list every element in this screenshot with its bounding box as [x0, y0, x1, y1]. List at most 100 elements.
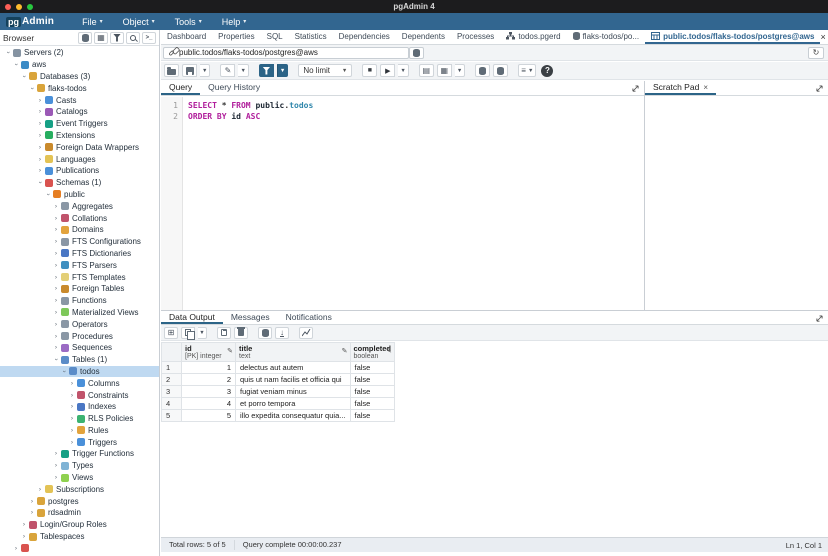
copy-options-dropdown[interactable]: ▼ — [198, 327, 207, 339]
close-tab-button[interactable]: × — [820, 32, 825, 42]
expand-icon[interactable]: › — [52, 250, 60, 257]
tree-node-login-group-roles[interactable]: ›Login/Group Roles — [0, 519, 159, 531]
expand-icon[interactable]: › — [52, 262, 60, 269]
tab-notifications[interactable]: Notifications — [278, 311, 340, 324]
tree-node-catalogs[interactable]: ›Catalogs — [0, 106, 159, 118]
expand-scratch-pad-button[interactable] — [816, 79, 823, 97]
delete-row-button[interactable] — [234, 327, 248, 339]
edit-column-icon[interactable]: ✎ — [227, 347, 233, 355]
reload-button[interactable]: ↻ — [808, 47, 824, 59]
edit-button[interactable]: ✎ — [220, 64, 235, 77]
tab-dashboard[interactable]: Dashboard — [161, 30, 212, 44]
expand-icon[interactable]: › — [28, 498, 36, 505]
column-header-completed[interactable]: completed boolean ✎ — [350, 343, 395, 362]
tree-node-collations[interactable]: ›Collations — [0, 212, 159, 224]
save-file-button[interactable] — [182, 64, 197, 77]
collapse-icon[interactable]: › — [21, 72, 28, 80]
expand-icon[interactable]: › — [36, 108, 44, 115]
tab-todos-pgerd[interactable]: todos.pgerd — [500, 30, 566, 44]
cell-title[interactable]: fugiat veniam minus — [236, 386, 351, 398]
collapse-icon[interactable]: › — [45, 190, 52, 198]
expand-icon[interactable]: › — [52, 215, 60, 222]
sql-line[interactable]: ORDER BY id ASC — [188, 111, 313, 122]
filter-tree-button[interactable] — [110, 32, 124, 44]
tree-node-casts[interactable]: ›Casts — [0, 94, 159, 106]
tab-public-todos-flaks-todos-postgres-aws[interactable]: public.todos/flaks-todos/postgres@aws — [645, 30, 820, 44]
connection-selector[interactable]: public.todos/flaks-todos/postgres@aws — [163, 47, 409, 59]
tab-dependencies[interactable]: Dependencies — [333, 30, 396, 44]
explain-button[interactable]: ▤ — [419, 64, 434, 77]
tree-node-functions[interactable]: ›Functions — [0, 295, 159, 307]
expand-icon[interactable]: › — [52, 333, 60, 340]
download-button[interactable]: ↓ — [275, 327, 289, 339]
tree-node-domains[interactable]: ›Domains — [0, 224, 159, 236]
expand-icon[interactable]: › — [52, 274, 60, 281]
tab-messages[interactable]: Messages — [223, 311, 278, 324]
tree-node-triggers[interactable]: ›Triggers — [0, 436, 159, 448]
expand-icon[interactable]: › — [36, 486, 44, 493]
add-row-button[interactable]: ⊞ — [164, 327, 178, 339]
tab-processes[interactable]: Processes — [451, 30, 500, 44]
tree-node-servers-2-[interactable]: ›Servers (2) — [0, 47, 159, 59]
tree-node-columns[interactable]: ›Columns — [0, 377, 159, 389]
tab-statistics[interactable]: Statistics — [289, 30, 333, 44]
expand-icon[interactable]: › — [68, 392, 76, 399]
row-number[interactable]: 3 — [162, 386, 182, 398]
expand-icon[interactable]: › — [36, 132, 44, 139]
expand-icon[interactable]: › — [52, 203, 60, 210]
expand-icon[interactable]: › — [12, 545, 20, 552]
cell-title[interactable]: quis ut nam facilis et officia qui — [236, 374, 351, 386]
collapse-icon[interactable]: › — [5, 49, 12, 57]
tab-query-history[interactable]: Query History — [200, 81, 268, 95]
cell-id[interactable]: 2 — [182, 374, 236, 386]
tree-node-aws[interactable]: ›aws — [0, 59, 159, 71]
cell-id[interactable]: 5 — [182, 410, 236, 422]
edit-column-icon[interactable]: ✎ — [386, 347, 392, 355]
select-all-corner[interactable] — [162, 343, 182, 362]
object-explorer-grid-button[interactable]: ▦ — [94, 32, 108, 44]
scratch-pad-body[interactable] — [645, 97, 828, 310]
menu-object[interactable]: Object▾ — [123, 17, 155, 27]
tree-node-rdsadmin[interactable]: ›rdsadmin — [0, 507, 159, 519]
expand-icon[interactable]: › — [36, 120, 44, 127]
cell-id[interactable]: 4 — [182, 398, 236, 410]
expand-icon[interactable]: › — [52, 321, 60, 328]
expand-editor-button[interactable] — [632, 79, 639, 97]
tree-node-constraints[interactable]: ›Constraints — [0, 389, 159, 401]
tree-node-postgres[interactable]: ›postgres — [0, 495, 159, 507]
cell-completed[interactable]: false — [350, 362, 395, 374]
expand-icon[interactable]: › — [68, 415, 76, 422]
filter-options-dropdown[interactable]: ▼ — [277, 64, 288, 77]
row-number[interactable]: 4 — [162, 398, 182, 410]
sql-editor[interactable]: 12 SELECT * FROM public.todosORDER BY id… — [161, 97, 644, 310]
tree-node-todos[interactable]: ›todos — [0, 366, 159, 378]
collapse-icon[interactable]: › — [37, 179, 44, 187]
explain-analyze-button[interactable]: ▦ — [437, 64, 452, 77]
explain-options-dropdown[interactable]: ▼ — [455, 64, 465, 77]
expand-icon[interactable]: › — [52, 226, 60, 233]
tree-node-foreign-tables[interactable]: ›Foreign Tables — [0, 283, 159, 295]
tree-node-fts-templates[interactable]: ›FTS Templates — [0, 271, 159, 283]
cell-completed[interactable]: false — [350, 386, 395, 398]
close-icon[interactable]: × — [703, 83, 708, 92]
expand-icon[interactable]: › — [36, 97, 44, 104]
tree-node-rls-policies[interactable]: ›RLS Policies — [0, 413, 159, 425]
tree-node-flaks-todos[interactable]: ›flaks-todos — [0, 82, 159, 94]
tree-node-materialized-views[interactable]: ›Materialized Views — [0, 307, 159, 319]
tree-node-subscriptions[interactable]: ›Subscriptions — [0, 483, 159, 495]
menu-help[interactable]: Help▾ — [222, 17, 247, 27]
expand-icon[interactable]: › — [52, 450, 60, 457]
tree-node-trigger-functions[interactable]: ›Trigger Functions — [0, 448, 159, 460]
tree-node-operators[interactable]: ›Operators — [0, 318, 159, 330]
tree-node-rules[interactable]: ›Rules — [0, 425, 159, 437]
tree-node-procedures[interactable]: ›Procedures — [0, 330, 159, 342]
collapse-icon[interactable]: › — [13, 61, 20, 69]
open-file-button[interactable] — [164, 64, 179, 77]
paste-button[interactable] — [217, 327, 231, 339]
tree-node-views[interactable]: ›Views — [0, 472, 159, 484]
add-server-button[interactable] — [78, 32, 92, 44]
graph-visualiser-button[interactable] — [299, 327, 313, 339]
expand-icon[interactable]: › — [36, 156, 44, 163]
tree-node-fts-dictionaries[interactable]: ›FTS Dictionaries — [0, 248, 159, 260]
tree-node-databases-3-[interactable]: ›Databases (3) — [0, 71, 159, 83]
